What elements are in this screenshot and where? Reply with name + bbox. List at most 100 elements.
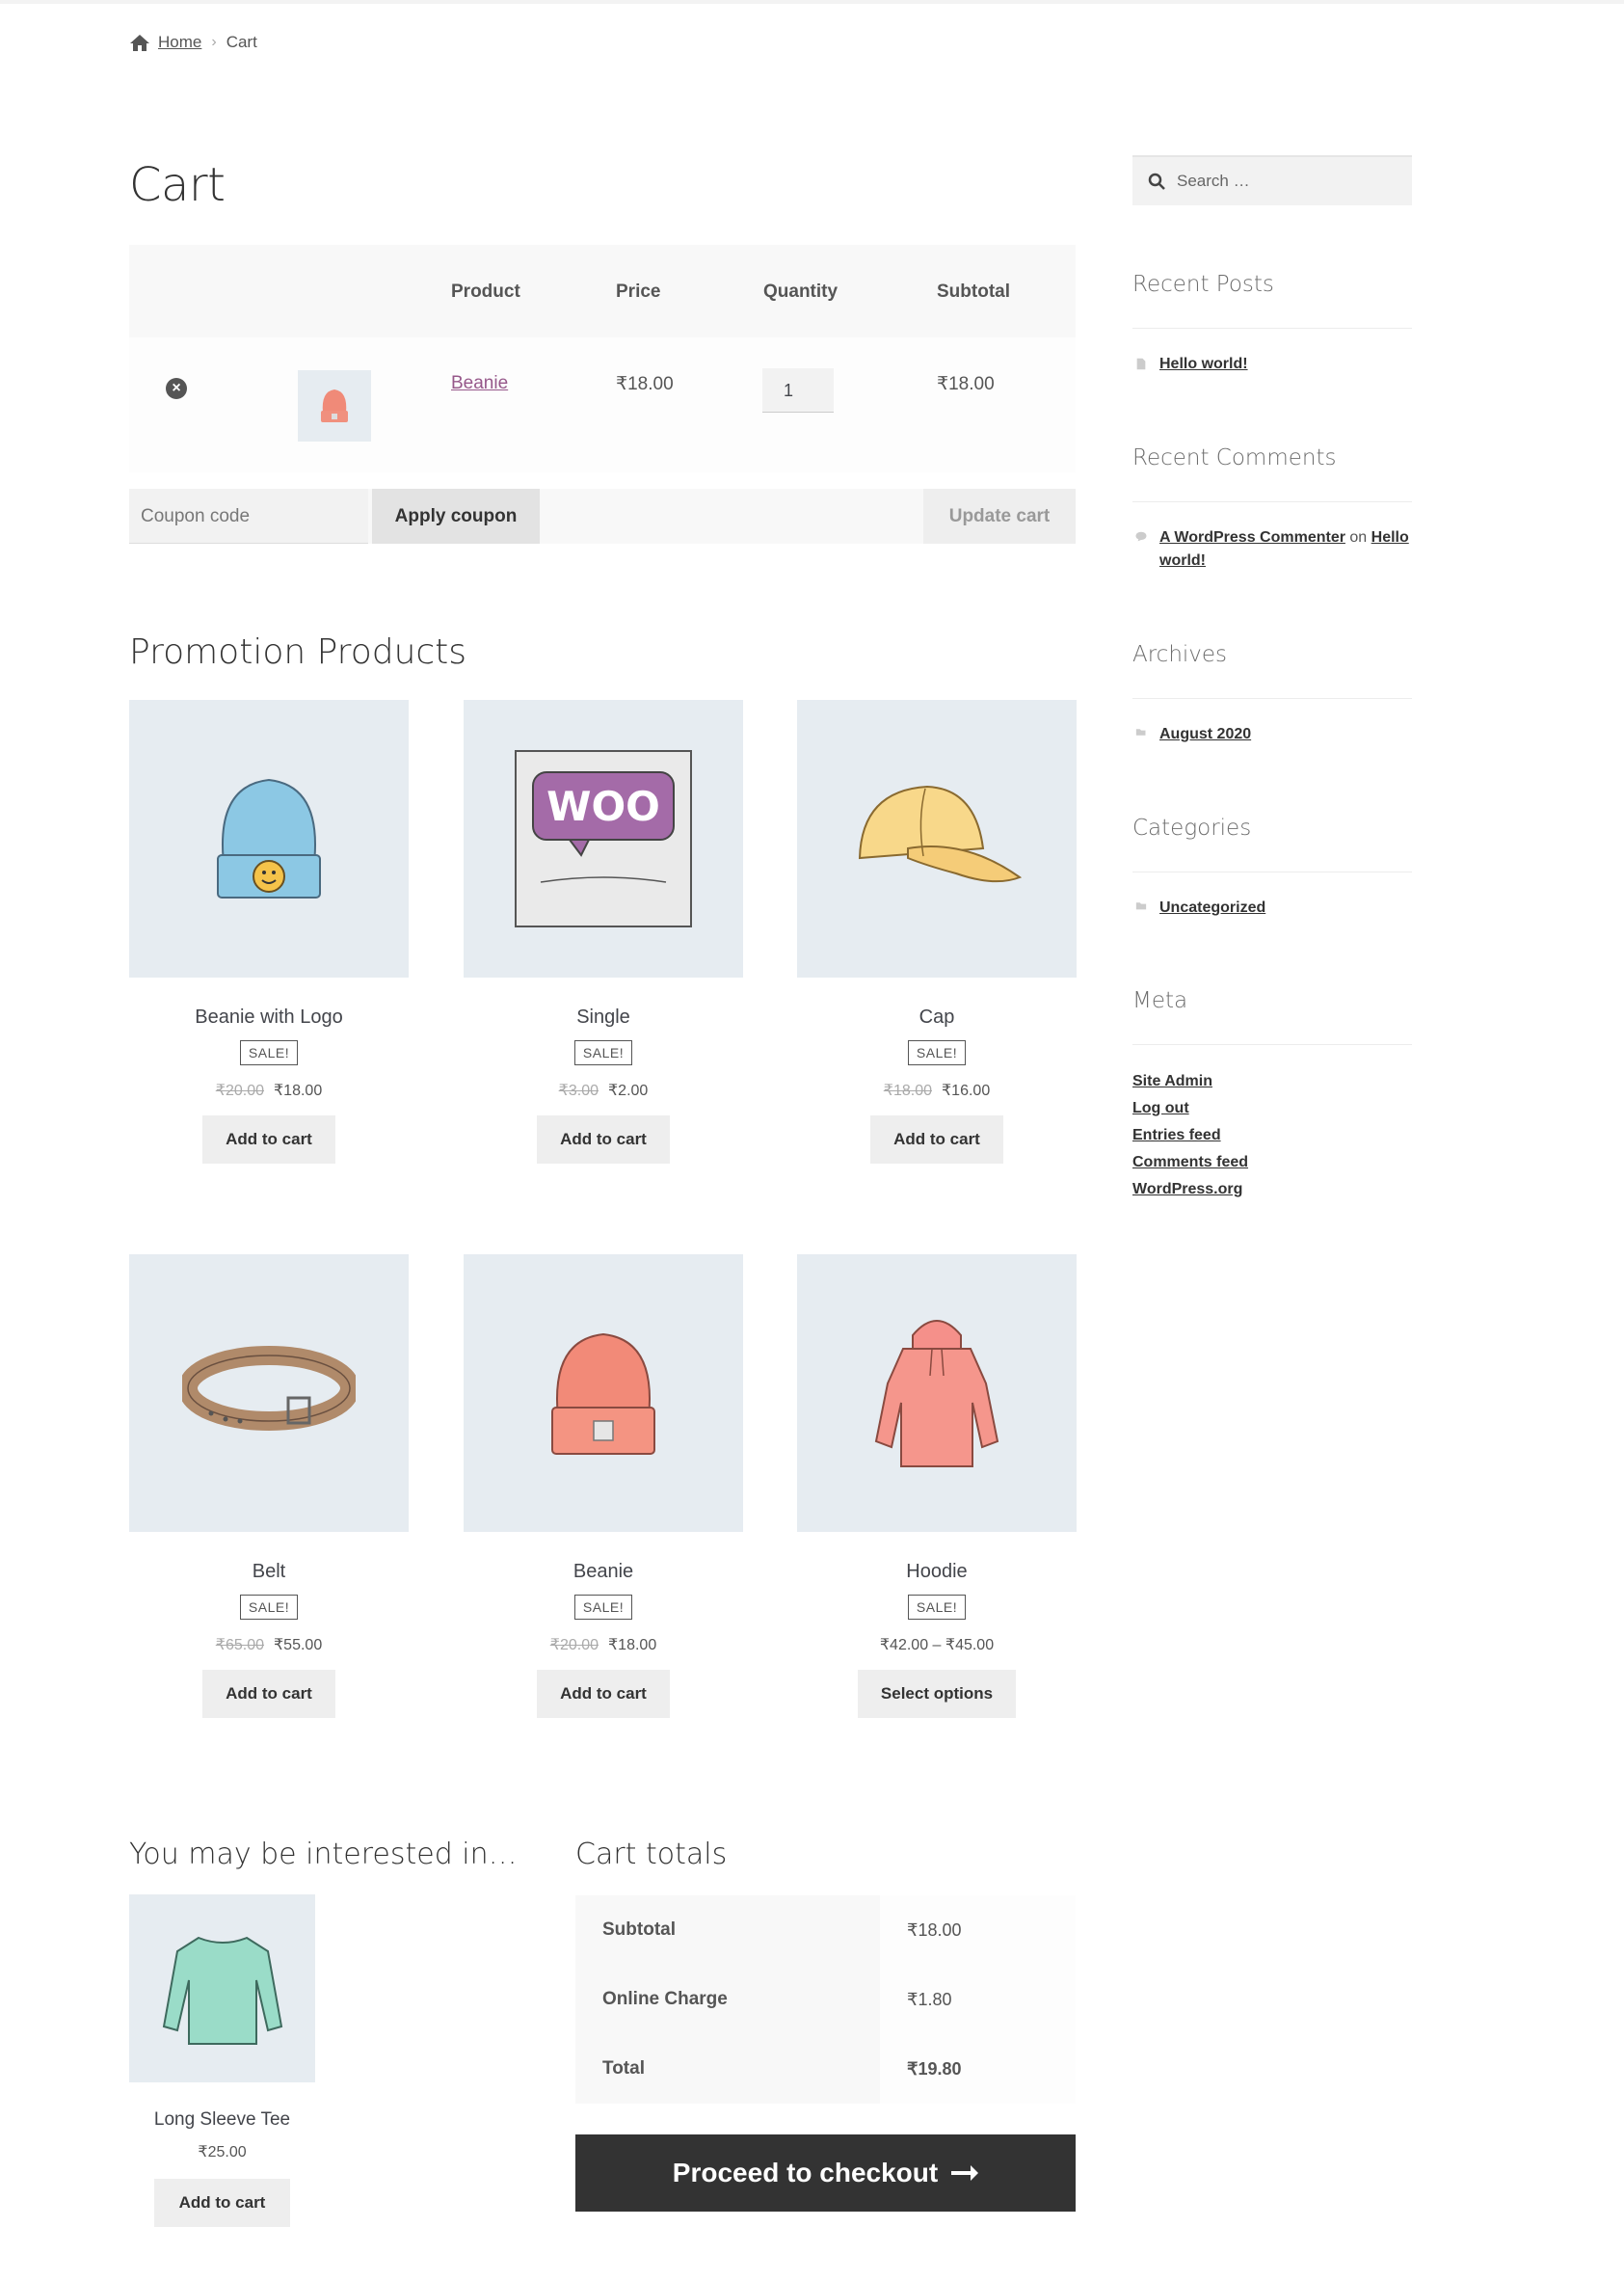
cross-sell-product: Long Sleeve Tee ₹25.00 Add to cart — [129, 1894, 315, 2227]
search-input[interactable]: Search … — [1132, 155, 1412, 205]
product-price: ₹3.00 ₹2.00 — [464, 1081, 743, 1100]
apply-coupon-button[interactable]: Apply coupon — [372, 489, 540, 544]
old-price: ₹20.00 — [549, 1637, 599, 1653]
product-image[interactable] — [129, 1894, 315, 2082]
recent-comments-title: Recent Comments — [1132, 445, 1337, 470]
coupon-code-input[interactable]: Coupon code — [129, 489, 368, 544]
product-image[interactable] — [797, 1254, 1077, 1532]
add-to-cart-button[interactable]: Add to cart — [537, 1670, 670, 1718]
sale-price: ₹18.00 — [608, 1637, 657, 1653]
breadcrumb-current: Cart — [226, 33, 257, 51]
promotion-title: Promotion Products — [129, 632, 467, 672]
recent-posts-title: Recent Posts — [1132, 272, 1274, 297]
search-icon — [1148, 173, 1165, 190]
product-name[interactable]: Hoodie — [797, 1561, 1077, 1583]
meta-link-site-admin[interactable]: Site Admin — [1132, 1073, 1212, 1090]
update-cart-button[interactable]: Update cart — [923, 489, 1076, 544]
old-price: ₹65.00 — [215, 1637, 264, 1653]
comment-on-text: on — [1349, 529, 1368, 546]
totals-row-total: Total ₹19.80 — [575, 2034, 1076, 2104]
product-price: ₹18.00 ₹16.00 — [797, 1081, 1077, 1100]
category-link[interactable]: Uncategorized — [1159, 897, 1265, 920]
cart-item-thumbnail[interactable] — [298, 370, 371, 442]
cart-item-row: × Beanie ₹18.00 1 ₹18.00 — [129, 337, 1076, 472]
product-price: ₹20.00 ₹18.00 — [129, 1081, 409, 1100]
cart-item-subtotal: ₹18.00 — [937, 374, 995, 394]
product-price: ₹25.00 — [198, 2144, 247, 2160]
remove-item-icon[interactable]: × — [166, 378, 187, 399]
price-range: ₹42.00 – ₹45.00 — [879, 1637, 995, 1653]
beanie-icon — [551, 1332, 655, 1455]
comment-post-link-continued[interactable]: world! — [1159, 552, 1206, 569]
product-image[interactable] — [129, 700, 409, 978]
product-name[interactable]: Long Sleeve Tee — [129, 2109, 315, 2131]
category-item: Uncategorized — [1132, 897, 1412, 920]
product-name[interactable]: Belt — [129, 1561, 409, 1583]
comment-post-link[interactable]: Hello — [1371, 529, 1409, 546]
meta-link-wordpress-org[interactable]: WordPress.org — [1132, 1181, 1242, 1198]
product-card: Cap SALE! ₹18.00 ₹16.00 Add to cart — [797, 700, 1077, 1164]
archive-item: August 2020 — [1132, 723, 1412, 746]
product-name[interactable]: Cap — [797, 1006, 1077, 1029]
cross-sells-title: You may be interested in… — [129, 1838, 518, 1871]
header-subtotal: Subtotal — [937, 282, 1010, 302]
product-name[interactable]: Beanie — [464, 1561, 743, 1583]
add-to-cart-button[interactable]: Add to cart — [870, 1115, 1003, 1164]
cart-item-product-link[interactable]: Beanie — [451, 373, 508, 394]
header-price: Price — [616, 282, 661, 302]
recent-comment-item: A WordPress Commenter on Hello world! — [1132, 526, 1412, 573]
product-name[interactable]: Beanie with Logo — [129, 1006, 409, 1029]
divider — [1132, 1044, 1412, 1045]
hoodie-icon — [874, 1320, 999, 1467]
totals-value: ₹18.00 — [880, 1895, 1076, 1965]
sale-price: ₹16.00 — [942, 1083, 991, 1099]
sale-badge: SALE! — [573, 1595, 633, 1620]
totals-row-subtotal: Subtotal ₹18.00 — [575, 1895, 1076, 1965]
breadcrumb-home-link[interactable]: Home — [158, 33, 201, 52]
cart-totals-title: Cart totals — [575, 1838, 728, 1871]
comment-author-link[interactable]: A WordPress Commenter — [1159, 529, 1345, 546]
totals-row-online-charge: Online Charge ₹1.80 — [575, 1965, 1076, 2034]
recent-post-link[interactable]: Hello world! — [1159, 353, 1248, 376]
folder-icon — [1135, 902, 1147, 910]
sale-badge: SALE! — [573, 1040, 633, 1065]
totals-label: Subtotal — [575, 1895, 880, 1965]
divider — [1132, 328, 1412, 329]
add-to-cart-button[interactable]: Add to cart — [153, 2179, 291, 2227]
document-icon — [1136, 358, 1146, 370]
archives-title: Archives — [1132, 642, 1228, 667]
add-to-cart-button[interactable]: Add to cart — [202, 1115, 335, 1164]
woo-album-icon: WOO — [515, 750, 692, 927]
header-quantity: Quantity — [763, 282, 839, 302]
product-image[interactable]: WOO — [464, 700, 743, 978]
quantity-input[interactable]: 1 — [762, 368, 834, 413]
beanie-icon — [321, 389, 348, 422]
totals-label: Online Charge — [575, 1965, 880, 2034]
categories-title: Categories — [1132, 816, 1252, 841]
product-image[interactable] — [464, 1254, 743, 1532]
add-to-cart-button[interactable]: Add to cart — [202, 1670, 335, 1718]
product-image[interactable] — [129, 1254, 409, 1532]
select-options-button[interactable]: Select options — [857, 1670, 1017, 1718]
product-card: Belt SALE! ₹65.00 ₹55.00 Add to cart — [129, 1254, 409, 1718]
proceed-to-checkout-button[interactable]: Proceed to checkout — [575, 2134, 1076, 2212]
sale-badge: SALE! — [907, 1595, 967, 1620]
product-name[interactable]: Single — [464, 1006, 743, 1029]
divider — [1132, 698, 1412, 699]
product-image[interactable] — [797, 700, 1077, 978]
sale-badge: SALE! — [239, 1595, 299, 1620]
cart-table: Product Price Quantity Subtotal × Beanie… — [129, 245, 1076, 472]
cart-table-header: Product Price Quantity Subtotal — [129, 245, 1076, 337]
checkout-label: Proceed to checkout — [672, 2158, 939, 2187]
product-card: Hoodie SALE! ₹42.00 – ₹45.00 Select opti… — [797, 1254, 1077, 1718]
add-to-cart-button[interactable]: Add to cart — [537, 1115, 670, 1164]
cart-item-price: ₹18.00 — [616, 374, 674, 394]
comment-bubble-icon — [1135, 531, 1147, 542]
meta-link-log-out[interactable]: Log out — [1132, 1100, 1189, 1117]
meta-link-entries-feed[interactable]: Entries feed — [1132, 1127, 1221, 1144]
product-price: ₹20.00 ₹18.00 — [464, 1635, 743, 1654]
home-icon — [130, 35, 149, 51]
sale-price: ₹18.00 — [274, 1083, 323, 1099]
archive-link[interactable]: August 2020 — [1159, 723, 1251, 746]
meta-link-comments-feed[interactable]: Comments feed — [1132, 1154, 1248, 1171]
